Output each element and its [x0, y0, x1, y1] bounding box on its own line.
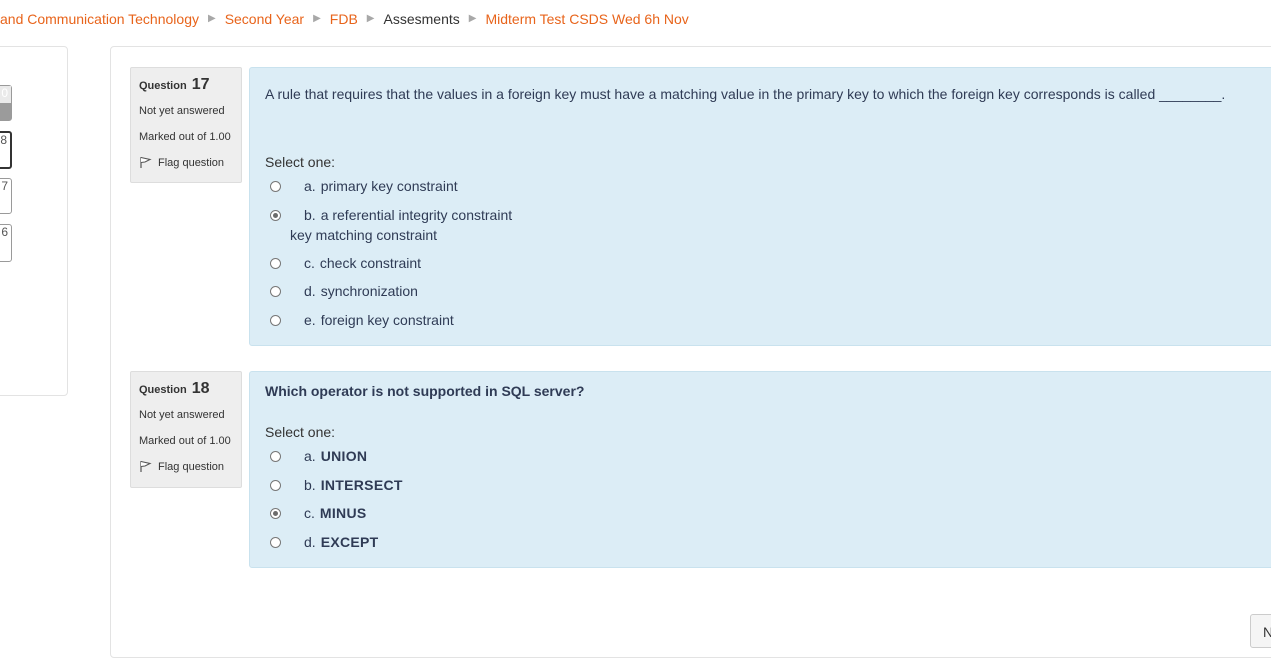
- flag-icon: [140, 460, 152, 472]
- quiz-nav-button-current[interactable]: 8: [0, 131, 12, 169]
- quiz-nav-button[interactable]: 0: [0, 85, 12, 121]
- answer-option-selected[interactable]: b. a referential integrity constraint ke…: [270, 207, 512, 243]
- answer-option-selected[interactable]: c. MINUS: [270, 505, 367, 521]
- quiz-nav-button[interactable]: 7: [0, 178, 12, 214]
- quiz-nav-button[interactable]: 6: [0, 224, 12, 262]
- select-one-prompt: Select one:: [265, 424, 336, 440]
- question-number: Question 18: [139, 380, 210, 397]
- breadcrumb-separator-icon: ▶: [468, 12, 477, 24]
- radio-button[interactable]: [270, 451, 281, 462]
- flag-question-link[interactable]: Flag question: [139, 460, 233, 473]
- answer-option[interactable]: e. foreign key constraint: [270, 312, 454, 328]
- breadcrumb-link-course-category[interactable]: and Communication Technology: [0, 11, 199, 27]
- question-info: Question 17 Not yet answered Marked out …: [130, 67, 242, 183]
- flag-question-link[interactable]: Flag question: [139, 156, 233, 169]
- question-state: Not yet answered: [139, 409, 225, 421]
- question-text: A rule that requires that the values in …: [265, 86, 1226, 102]
- radio-button[interactable]: [270, 537, 281, 548]
- radio-button[interactable]: [270, 258, 281, 269]
- radio-button[interactable]: [270, 480, 281, 491]
- radio-button-checked[interactable]: [270, 508, 281, 519]
- question-number: Question 17: [139, 76, 210, 93]
- question-info: Question 18 Not yet answered Marked out …: [130, 371, 242, 488]
- breadcrumb-separator-icon: ▶: [207, 12, 216, 24]
- breadcrumb: and Communication Technology ▶ Second Ye…: [0, 10, 689, 28]
- answer-option[interactable]: d. EXCEPT: [270, 534, 379, 550]
- flag-icon: [140, 156, 152, 168]
- question-content: Which operator is not supported in SQL s…: [249, 371, 1271, 568]
- next-page-button[interactable]: N: [1250, 614, 1271, 648]
- question-grade: Marked out of 1.00: [139, 131, 231, 143]
- answer-option[interactable]: a. primary key constraint: [270, 178, 458, 194]
- breadcrumb-link-course[interactable]: FDB: [330, 11, 358, 27]
- radio-button[interactable]: [270, 181, 281, 192]
- breadcrumb-separator-icon: ▶: [313, 12, 321, 24]
- radio-button[interactable]: [270, 315, 281, 326]
- question-grade: Marked out of 1.00: [139, 435, 231, 447]
- answer-option[interactable]: d. synchronization: [270, 283, 418, 299]
- radio-button-checked[interactable]: [270, 210, 281, 221]
- breadcrumb-link-quiz[interactable]: Midterm Test CSDS Wed 6h Nov: [485, 11, 688, 27]
- answer-option[interactable]: a. UNION: [270, 448, 367, 464]
- answer-option[interactable]: c. check constraint: [270, 255, 421, 271]
- question-text: Which operator is not supported in SQL s…: [265, 383, 585, 399]
- breadcrumb-current-section: Assesments: [383, 11, 460, 27]
- breadcrumb-link-year[interactable]: Second Year: [225, 11, 304, 27]
- breadcrumb-separator-icon: ▶: [366, 12, 375, 24]
- answer-option-extra-text: key matching constraint: [290, 227, 438, 243]
- question-state: Not yet answered: [139, 105, 225, 117]
- question-content: A rule that requires that the values in …: [249, 67, 1271, 346]
- radio-button[interactable]: [270, 286, 281, 297]
- select-one-prompt: Select one:: [265, 154, 336, 170]
- answer-option[interactable]: b. INTERSECT: [270, 477, 403, 493]
